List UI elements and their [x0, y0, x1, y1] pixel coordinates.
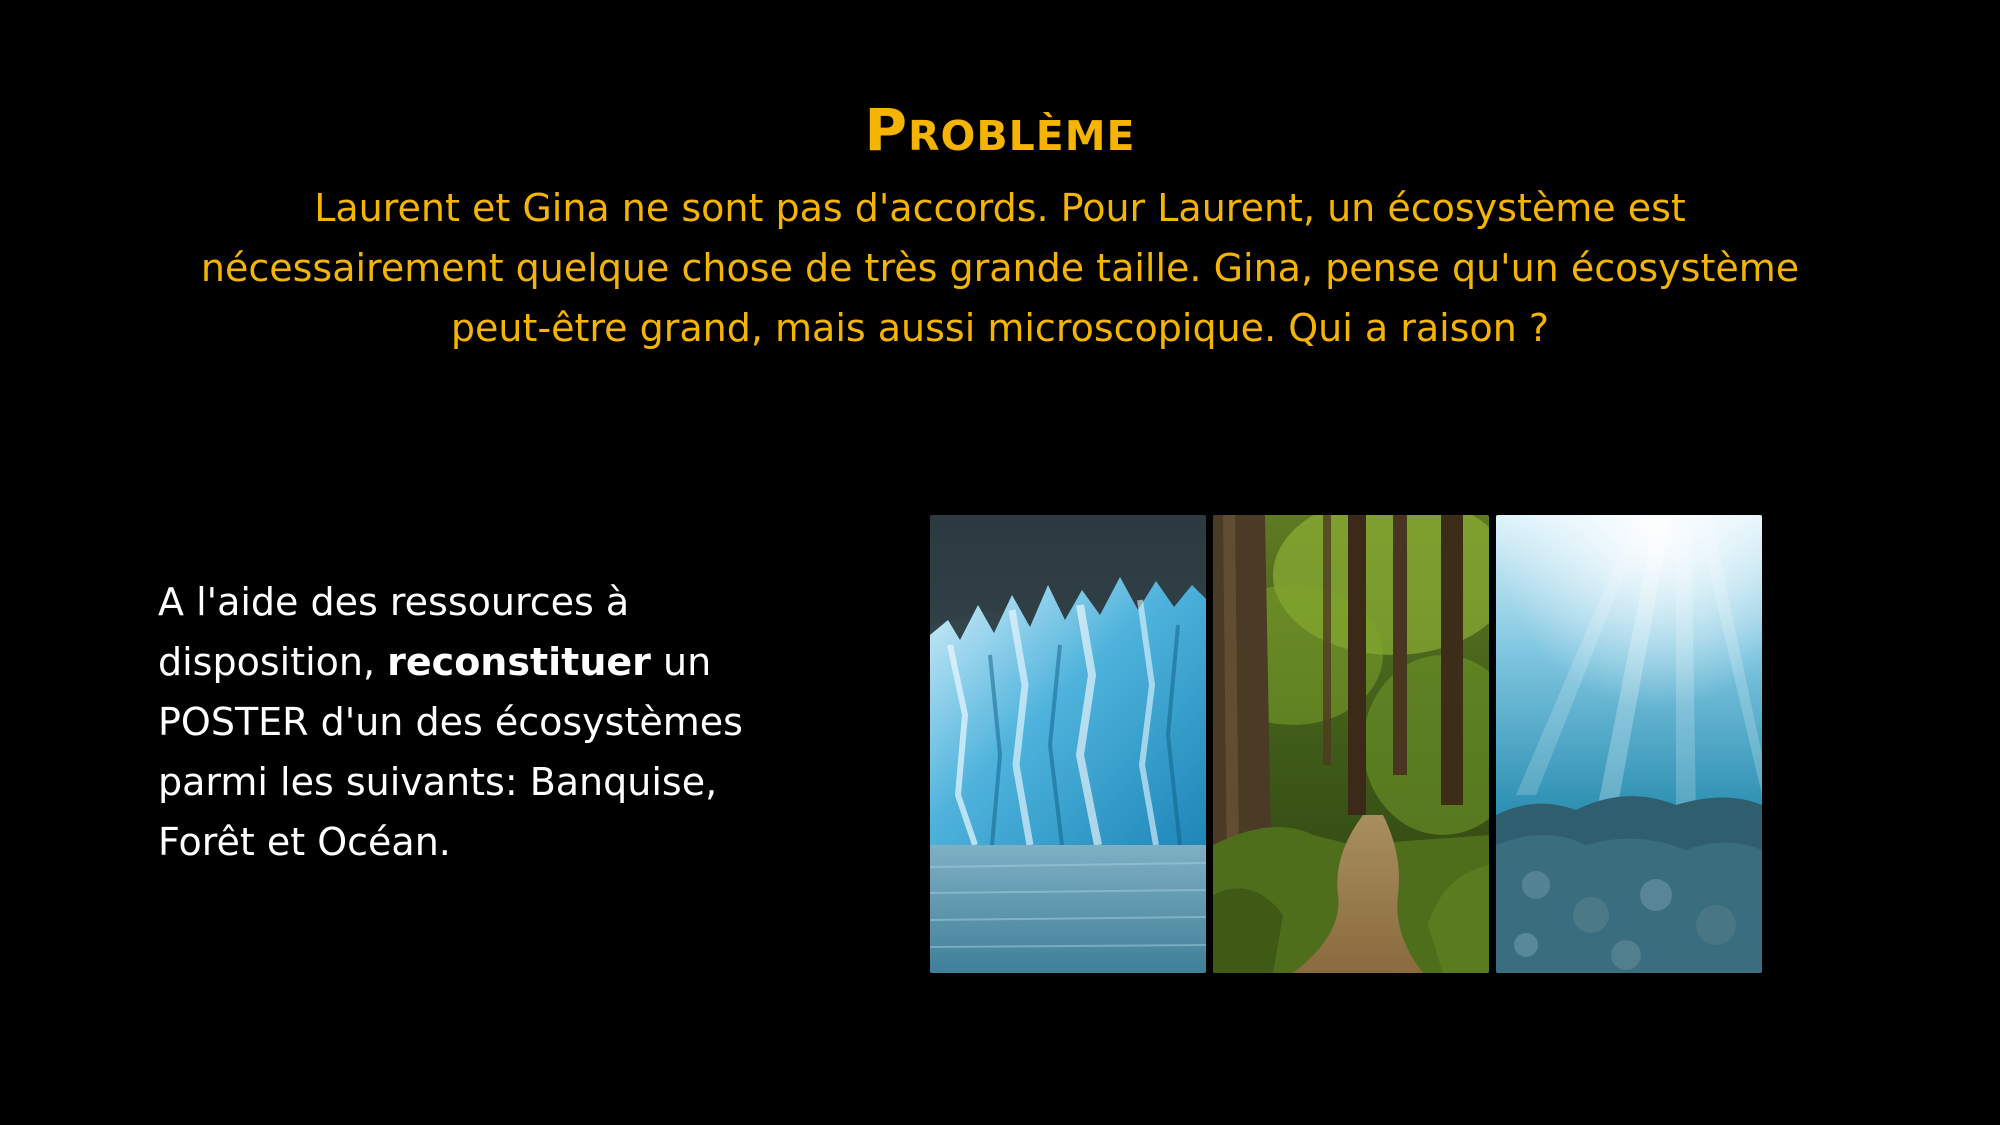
slide-title: Problème	[864, 96, 1136, 164]
ecosystem-images	[930, 515, 1762, 973]
glacier-image	[930, 515, 1206, 973]
underwater-ocean-image	[1496, 515, 1762, 973]
slide: Problème Laurent et Gina ne sont pas d'a…	[0, 0, 2000, 1125]
instructions-bold-verb: reconstituer	[387, 640, 651, 684]
forest-path-image	[1213, 515, 1489, 973]
instructions-text: A l'aide des ressources à disposition, r…	[158, 572, 798, 872]
problem-statement: Laurent et Gina ne sont pas d'accords. P…	[200, 186, 1800, 350]
